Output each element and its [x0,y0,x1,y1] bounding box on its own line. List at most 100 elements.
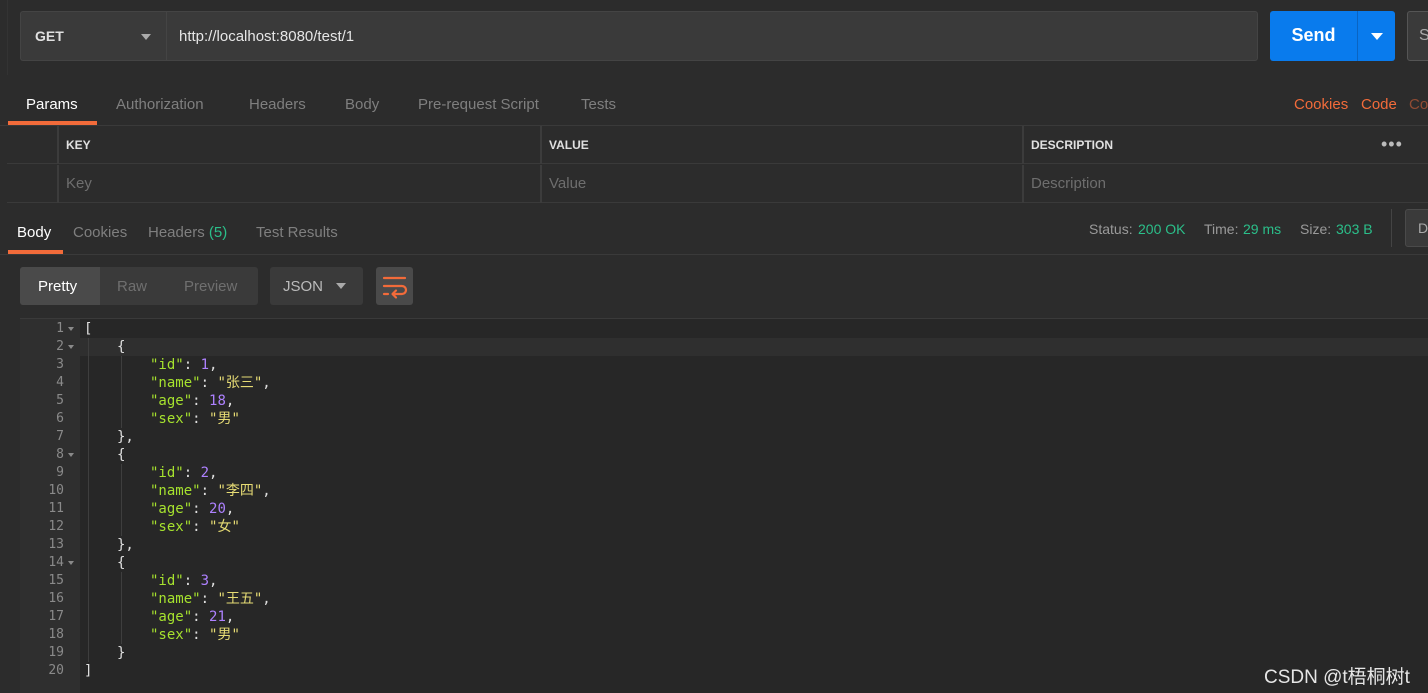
code-line: { [117,555,126,571]
raw-button[interactable]: Raw [117,278,147,295]
tab-params[interactable]: Params [26,96,78,113]
cookies-link[interactable]: Cookies [1294,96,1348,113]
params-header-row: KEY VALUE DESCRIPTION ••• [7,126,1428,164]
fold-toggle-icon[interactable] [68,345,74,349]
code-line: }, [117,429,134,445]
params-row: Key Value Description [7,165,1428,203]
format-label: JSON [283,278,324,295]
format-select[interactable]: JSON [270,267,363,305]
chevron-down-icon [1371,33,1383,40]
params-table: KEY VALUE DESCRIPTION ••• Key Value Desc… [7,126,1428,203]
time-value[interactable]: 29 ms [1243,221,1281,237]
key-placeholder: Key [66,175,92,192]
tab-response-headers[interactable]: Headers (5) [148,224,227,241]
size-label: Size: [1300,221,1332,237]
view-mode-selector: Pretty Raw Preview [20,267,258,305]
tab-headers[interactable]: Headers [249,96,306,113]
code-line: "age": 18, [150,393,235,409]
method-select[interactable]: GET [20,11,166,61]
status-label: Status: [1089,221,1133,237]
code-line: "sex": "男" [150,411,240,427]
response-body-editor[interactable]: 1 [2 {3 "id": 1, 4 "name": "张三", 5 "age": 18, 6 "… [20,318,1428,693]
value-header: VALUE [549,138,589,152]
tab-body[interactable]: Body [345,96,379,113]
pretty-button[interactable]: Pretty [20,267,100,305]
tab-test-results[interactable]: Test Results [256,224,338,241]
more-options-icon[interactable]: ••• [1381,134,1403,155]
request-tabs: Params Authorization Headers Body Pre-re… [0,76,1428,126]
line-number: 18 [48,627,64,642]
active-line-highlight [20,338,1428,356]
save-label: S [1419,27,1428,44]
time-label: Time: [1204,221,1239,237]
tab-response-cookies[interactable]: Cookies [73,224,127,241]
fold-toggle-icon[interactable] [68,327,74,331]
sidebar-edge [0,0,8,75]
request-bar: GET http://localhost:8080/test/1 Send S [0,0,1428,75]
headers-count-badge: (5) [208,224,228,241]
divider [1391,209,1392,247]
code-line: "id": 2, [150,465,218,481]
line-number: 5 [56,393,64,408]
key-input[interactable]: Key [57,165,541,203]
headers-tab-label: Headers [148,224,205,241]
description-header: DESCRIPTION [1031,138,1114,152]
code-line: "age": 21, [150,609,235,625]
line-number: 1 [56,321,64,336]
size-value[interactable]: 303 B [1336,221,1373,237]
line-number: 2 [56,339,64,354]
value-placeholder: Value [549,175,587,192]
status-value[interactable]: 200 OK [1138,221,1185,237]
line-number: 4 [56,375,64,390]
active-tab-indicator [8,121,97,125]
wrap-lines-icon [382,276,408,299]
download-button[interactable]: D [1405,209,1428,247]
save-button[interactable]: S [1407,11,1428,61]
line-number: 20 [48,663,64,678]
code-line: "name": "张三", [150,375,271,391]
code-line: "age": 20, [150,501,235,517]
code-line: "id": 3, [150,573,218,589]
description-input[interactable]: Description [1022,165,1428,203]
preview-button[interactable]: Preview [184,278,237,295]
tab-pre-request-script[interactable]: Pre-request Script [418,96,539,113]
watermark: CSDN @t梧桐树t [1264,667,1410,688]
line-number: 11 [48,501,64,516]
download-label: D [1418,220,1428,236]
code-line: } [117,645,126,661]
code-line: "id": 1, [150,357,218,373]
value-input[interactable]: Value [540,165,1022,203]
wrap-lines-button[interactable] [376,267,413,305]
tab-authorization[interactable]: Authorization [116,96,204,113]
tab-tests[interactable]: Tests [581,96,616,113]
send-button[interactable]: Send [1270,11,1357,61]
line-number: 6 [56,411,64,426]
pretty-label: Pretty [38,278,78,295]
tab-response-body[interactable]: Body [17,224,51,241]
line-number: 19 [48,645,64,660]
description-placeholder: Description [1031,175,1107,192]
line-number: 12 [48,519,64,534]
comments-link[interactable]: Co [1409,96,1428,113]
code-line: { [117,447,126,463]
code-line: "sex": "女" [150,519,240,535]
fold-toggle-icon[interactable] [68,561,74,565]
chevron-down-icon [336,283,346,289]
value-column-header: VALUE [540,126,1022,164]
line-number: 8 [56,447,64,462]
line-number: 13 [48,537,64,552]
active-tab-indicator [8,250,63,254]
send-options-button[interactable] [1357,11,1395,61]
indent-guide [121,464,122,536]
description-column-header: DESCRIPTION [1022,126,1428,164]
url-input[interactable]: http://localhost:8080/test/1 [166,11,1258,61]
indent-guide [88,338,89,662]
key-header: KEY [66,138,91,152]
code-line: ] [84,663,93,679]
line-number: 16 [48,591,64,606]
line-number: 3 [56,357,64,372]
fold-toggle-icon[interactable] [68,453,74,457]
code-link[interactable]: Code [1361,96,1397,113]
indent-guide [121,356,122,428]
line-number: 17 [48,609,64,624]
